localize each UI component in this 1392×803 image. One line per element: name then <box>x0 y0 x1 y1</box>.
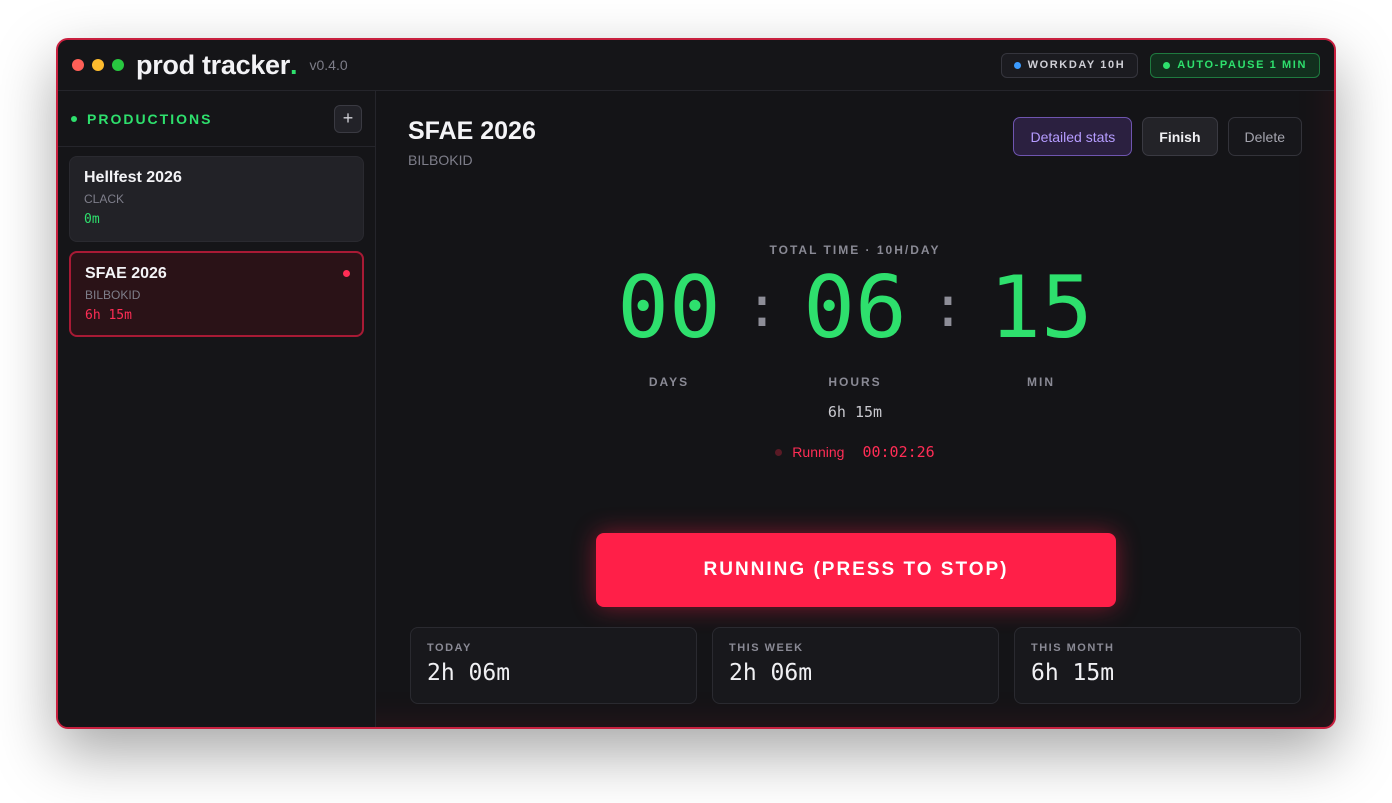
total-time-label: TOTAL TIME · 10H/DAY <box>769 243 941 257</box>
days-label: DAYS <box>648 375 690 389</box>
minimize-window-button[interactable] <box>92 59 104 71</box>
window-controls <box>72 59 124 71</box>
production-list: Hellfest 2026 CLACK 0m SFAE 2026 BILBOKI… <box>58 147 375 355</box>
production-time: 0m <box>84 212 100 227</box>
period-stats: TODAY 2h 06m THIS WEEK 2h 06m THIS MONTH… <box>410 627 1301 704</box>
stat-label: THIS WEEK <box>729 642 804 654</box>
production-detail: SFAE 2026 BILBOKID Detailed stats Finish… <box>376 91 1334 727</box>
hours-unit: 06 <box>781 265 929 351</box>
timer-separator: : <box>745 275 779 340</box>
days-unit: 00 <box>595 265 743 351</box>
workday-badge-label: WORKDAY 10H <box>1027 59 1126 71</box>
hours-value: 06 <box>803 258 907 358</box>
running-session-time: 00:02:26 <box>862 443 935 461</box>
app-brand: prod tracker <box>136 49 290 80</box>
workday-badge[interactable]: WORKDAY 10H <box>1000 52 1139 78</box>
running-label: Running <box>792 444 845 460</box>
timer-unit-labels: DAYS HOURS MIN <box>376 359 1334 389</box>
production-item-hellfest[interactable]: Hellfest 2026 CLACK 0m <box>69 156 364 242</box>
production-item-sfae[interactable]: SFAE 2026 BILBOKID 6h 15m <box>69 251 364 337</box>
maximize-window-button[interactable] <box>112 59 124 71</box>
title-bar: prod tracker. v0.4.0 WORKDAY 10H AUTO-PA… <box>58 40 1334 91</box>
auto-pause-badge-label: AUTO-PAUSE 1 MIN <box>1177 59 1307 71</box>
stat-value: 2h 06m <box>729 660 813 686</box>
stat-card-week: THIS WEEK 2h 06m <box>712 627 999 704</box>
minutes-label: MIN <box>1027 375 1055 389</box>
auto-pause-badge[interactable]: AUTO-PAUSE 1 MIN <box>1150 52 1320 78</box>
detail-header: SFAE 2026 BILBOKID Detailed stats Finish… <box>408 117 1302 168</box>
close-window-button[interactable] <box>72 59 84 71</box>
total-time-display: TOTAL TIME · 10H/DAY 00 : 06 : 15 DAYS H… <box>376 243 1334 461</box>
production-time: 6h 15m <box>85 308 132 323</box>
detailed-stats-button[interactable]: Detailed stats <box>1013 117 1133 156</box>
recording-dot-icon <box>343 270 350 277</box>
stat-value: 2h 06m <box>427 660 511 686</box>
stat-value: 6h 15m <box>1031 660 1115 686</box>
app-version: v0.4.0 <box>309 57 348 73</box>
running-dot-icon <box>775 448 783 456</box>
production-client: BILBOKID <box>85 288 141 302</box>
stat-card-month: THIS MONTH 6h 15m <box>1014 627 1301 704</box>
status-dot-icon <box>71 115 77 122</box>
brand-dot: . <box>289 49 298 80</box>
productions-sidebar: PRODUCTIONS + Hellfest 2026 CLACK 0m SFA… <box>58 91 376 727</box>
stat-card-today: TODAY 2h 06m <box>410 627 697 704</box>
page-subtitle: BILBOKID <box>408 152 473 168</box>
production-name: SFAE 2026 <box>85 265 167 282</box>
add-production-button[interactable]: + <box>334 104 362 133</box>
hours-label: HOURS <box>828 375 882 389</box>
app-window: prod tracker. v0.4.0 WORKDAY 10H AUTO-PA… <box>56 38 1336 729</box>
sidebar-title: PRODUCTIONS <box>87 110 213 127</box>
timer-separator: : <box>931 275 965 340</box>
days-value: 00 <box>617 258 721 358</box>
delete-button[interactable]: Delete <box>1227 117 1302 156</box>
total-time-text: 6h 15m <box>827 403 883 421</box>
stat-label: THIS MONTH <box>1031 642 1115 654</box>
page-title: SFAE 2026 <box>408 117 536 145</box>
green-dot-icon <box>1163 61 1171 69</box>
blue-dot-icon <box>1013 61 1021 69</box>
stat-label: TODAY <box>427 642 472 654</box>
production-client: CLACK <box>84 192 125 206</box>
timer-digits: 00 : 06 : 15 <box>376 265 1334 351</box>
minutes-value: 15 <box>989 258 1093 358</box>
production-name: Hellfest 2026 <box>84 169 182 186</box>
finish-button[interactable]: Finish <box>1142 117 1218 156</box>
plus-icon: + <box>342 108 354 128</box>
sidebar-header: PRODUCTIONS + <box>58 91 375 147</box>
header-actions: Detailed stats Finish Delete <box>1013 117 1302 156</box>
stop-timer-button[interactable]: RUNNING (PRESS TO STOP) <box>596 533 1116 607</box>
running-status: Running 00:02:26 <box>376 443 1334 461</box>
minutes-unit: 15 <box>967 265 1115 351</box>
